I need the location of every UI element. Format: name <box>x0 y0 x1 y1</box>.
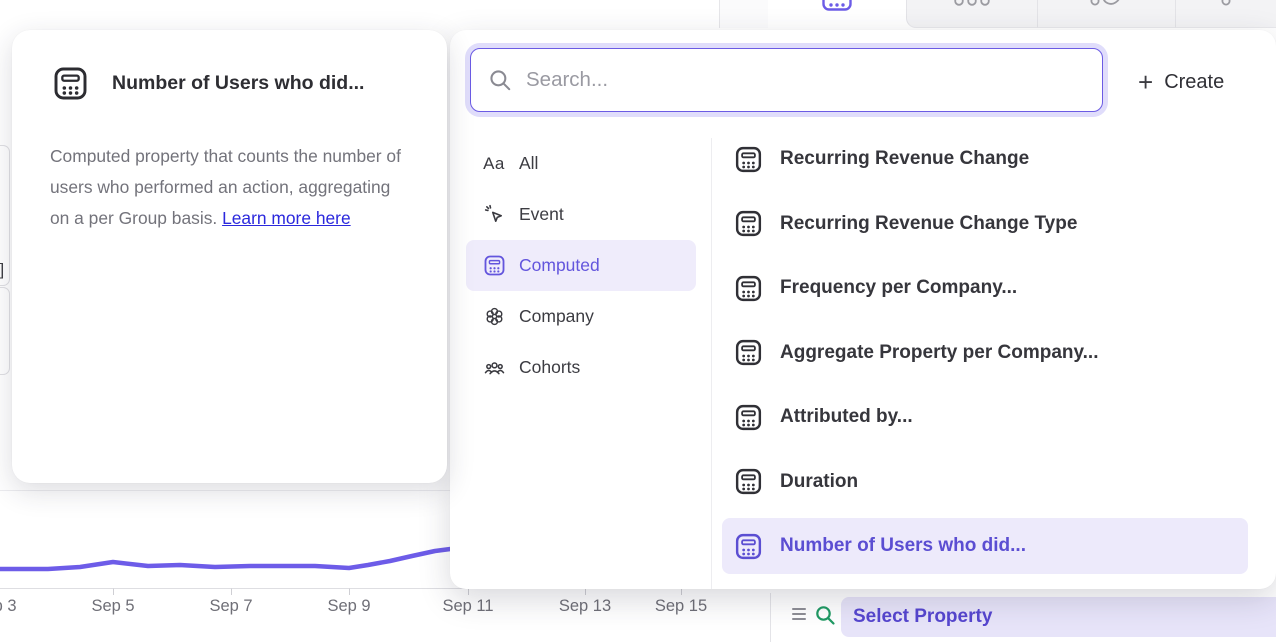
learn-more-link[interactable]: Learn more here <box>222 208 351 228</box>
company-group-icon <box>482 305 506 328</box>
category-cohorts[interactable]: Cohorts <box>466 342 696 393</box>
app-window: y] Sep 3 Sep 5 Sep 7 Sep 9 Sep 11 Sep 13 Sep 1… <box>0 0 1276 642</box>
property-search-icon <box>813 603 837 627</box>
insights-board-icon <box>822 0 852 11</box>
tab-flows[interactable] <box>1175 0 1276 28</box>
property-option[interactable]: Aggregate Property per Company... <box>722 325 1248 381</box>
property-option-label: Attributed by... <box>780 406 913 428</box>
retention-icon <box>1089 0 1125 9</box>
property-result-list: Recurring Revenue Change Recurring Reven… <box>722 131 1248 574</box>
property-option[interactable]: Recurring Revenue Change <box>722 131 1248 187</box>
x-axis-label: Sep 7 <box>209 597 252 616</box>
calculator-icon <box>734 274 763 303</box>
tooltip-description: Computed property that counts the number… <box>50 141 414 234</box>
event-click-icon <box>482 203 506 226</box>
calculator-icon <box>734 467 763 496</box>
search-input[interactable] <box>526 68 1086 92</box>
search-icon <box>487 67 513 93</box>
panel-gap <box>720 0 768 28</box>
calculator-icon <box>734 403 763 432</box>
calculator-icon <box>734 145 763 174</box>
clipped-property-pill: y] <box>0 145 10 286</box>
property-option-label: Duration <box>780 471 858 493</box>
calculator-icon <box>482 254 506 277</box>
builder-divider <box>770 593 771 642</box>
select-property-button[interactable]: Select Property <box>841 597 1276 637</box>
category-event[interactable]: Event <box>466 189 696 240</box>
tab-funnels[interactable] <box>906 0 1037 28</box>
category-label: Computed <box>519 255 600 276</box>
x-axis-label: Sep 11 <box>442 597 493 616</box>
property-option[interactable]: Frequency per Company... <box>722 260 1248 316</box>
x-axis-label: Sep 9 <box>327 597 370 616</box>
text-format-icon: Aa <box>482 154 506 174</box>
drag-handle-icon[interactable] <box>792 608 806 623</box>
property-option-label: Aggregate Property per Company... <box>780 342 1099 364</box>
property-option-label: Recurring Revenue Change Type <box>780 213 1077 235</box>
flows-icon <box>1220 0 1232 9</box>
category-company[interactable]: Company <box>466 291 696 342</box>
picker-divider <box>711 138 712 589</box>
category-label: All <box>519 153 538 174</box>
x-axis-label: Sep 5 <box>91 597 134 616</box>
create-button[interactable]: + Create <box>1138 66 1224 98</box>
category-label: Event <box>519 204 564 225</box>
category-computed[interactable]: Computed <box>466 240 696 291</box>
property-picker-dropdown: + Create Aa All Event Computed Company Co… <box>450 30 1276 589</box>
plus-icon: + <box>1138 69 1153 95</box>
select-property-label: Select Property <box>853 606 992 628</box>
property-option[interactable]: Attributed by... <box>722 389 1248 445</box>
tab-retention[interactable] <box>1037 0 1175 28</box>
calculator-icon <box>734 209 763 238</box>
tab-insights[interactable] <box>768 0 906 28</box>
search-box <box>470 48 1103 112</box>
property-tooltip-card: Number of Users who did... Computed prop… <box>12 30 447 483</box>
property-option-label: Recurring Revenue Change <box>780 148 1029 170</box>
category-all[interactable]: Aa All <box>466 138 696 189</box>
category-label: Cohorts <box>519 357 580 378</box>
property-option[interactable]: Duration <box>722 454 1248 510</box>
clipped-widget <box>0 287 10 375</box>
property-option-label: Number of Users who did... <box>780 535 1026 557</box>
x-axis-label: Sep 3 <box>0 597 17 616</box>
property-option-label: Frequency per Company... <box>780 277 1017 299</box>
category-list: Aa All Event Computed Company Cohorts <box>466 138 696 393</box>
tooltip-title: Number of Users who did... <box>112 72 364 95</box>
trend-line <box>0 548 458 569</box>
property-option[interactable]: Recurring Revenue Change Type <box>722 196 1248 252</box>
funnels-icon <box>952 0 992 9</box>
cohorts-people-icon <box>482 356 506 379</box>
metric-type-tabbar <box>768 0 1276 28</box>
clipped-property-text: y] <box>0 260 4 280</box>
category-label: Company <box>519 306 594 327</box>
property-option[interactable]: Number of Users who did... <box>722 518 1248 574</box>
x-axis-label: Sep 15 <box>655 597 707 616</box>
calculator-icon <box>734 338 763 367</box>
x-axis-label: Sep 13 <box>559 597 611 616</box>
calculator-icon <box>734 532 763 561</box>
calculator-icon <box>52 65 89 107</box>
